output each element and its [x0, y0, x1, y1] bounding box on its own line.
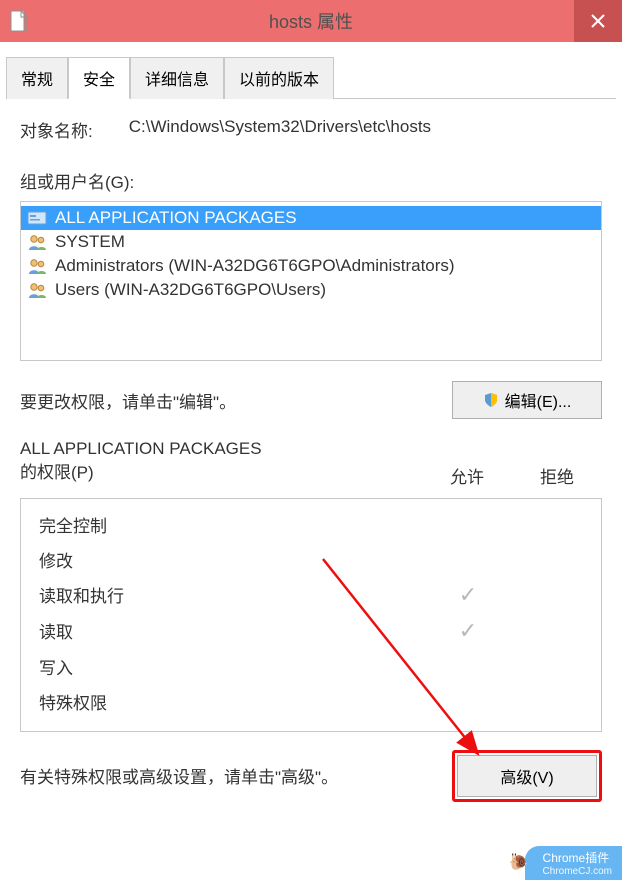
tab-1[interactable]: 安全 — [68, 57, 130, 99]
permission-row: 写入 — [39, 649, 583, 684]
users-icon — [27, 281, 49, 299]
permissions-columns-header: 允许 拒绝 — [20, 463, 602, 488]
permission-allow-check: ✓ — [423, 582, 513, 608]
close-button[interactable] — [574, 0, 622, 42]
watermark: 🐌 Chrome插件 ChromeCJ.com — [525, 846, 622, 880]
permission-name: 修改 — [39, 547, 423, 572]
tab-panel-security: 对象名称: C:\Windows\System32\Drivers\etc\ho… — [6, 99, 616, 820]
list-item-label: ALL APPLICATION PACKAGES — [55, 208, 297, 228]
permission-allow-check: ✓ — [423, 618, 513, 644]
advanced-button[interactable]: 高级(V) — [457, 755, 597, 797]
window-title: hosts 属性 — [269, 8, 353, 34]
file-icon — [10, 10, 28, 32]
users-icon — [27, 233, 49, 251]
permission-row: 修改 — [39, 542, 583, 577]
advanced-hint-text: 有关特殊权限或高级设置，请单击"高级"。 — [20, 763, 442, 788]
titlebar: hosts 属性 — [0, 0, 622, 42]
close-icon — [591, 14, 605, 28]
tab-3[interactable]: 以前的版本 — [224, 57, 334, 99]
permission-name: 读取和执行 — [39, 582, 423, 607]
list-item-label: Users (WIN-A32DG6T6GPO\Users) — [55, 280, 326, 300]
object-path: C:\Windows\System32\Drivers\etc\hosts — [129, 117, 431, 142]
object-name-label: 对象名称: — [20, 117, 93, 142]
permission-row: 读取✓ — [39, 613, 583, 649]
tab-row: 常规安全详细信息以前的版本 — [6, 56, 616, 99]
permission-name: 写入 — [39, 654, 423, 679]
tab-2[interactable]: 详细信息 — [130, 57, 224, 99]
groups-label: 组或用户名(G): — [20, 168, 602, 193]
edit-hint-text: 要更改权限，请单击"编辑"。 — [20, 388, 442, 413]
permission-name: 特殊权限 — [39, 689, 423, 714]
advanced-highlight: 高级(V) — [452, 750, 602, 802]
list-item-label: SYSTEM — [55, 232, 125, 252]
permission-row: 读取和执行✓ — [39, 577, 583, 613]
package-icon — [27, 209, 49, 227]
list-item[interactable]: Users (WIN-A32DG6T6GPO\Users) — [21, 278, 601, 302]
deny-column-label: 拒绝 — [540, 463, 574, 488]
permissions-box: 完全控制修改读取和执行✓读取✓写入特殊权限 — [20, 498, 602, 732]
tab-0[interactable]: 常规 — [6, 57, 68, 99]
list-item[interactable]: SYSTEM — [21, 230, 601, 254]
edit-button-label: 编辑(E)... — [505, 388, 572, 412]
edit-button[interactable]: 编辑(E)... — [452, 381, 602, 419]
object-row: 对象名称: C:\Windows\System32\Drivers\etc\ho… — [20, 117, 602, 142]
users-icon — [27, 257, 49, 275]
permission-name: 读取 — [39, 618, 423, 643]
snail-icon: 🐌 — [509, 852, 529, 872]
allow-column-label: 允许 — [450, 463, 484, 488]
shield-icon — [483, 392, 499, 408]
list-item[interactable]: ALL APPLICATION PACKAGES — [21, 206, 601, 230]
list-item-label: Administrators (WIN-A32DG6T6GPO\Administ… — [55, 256, 455, 276]
advanced-button-label: 高级(V) — [500, 770, 553, 787]
list-item[interactable]: Administrators (WIN-A32DG6T6GPO\Administ… — [21, 254, 601, 278]
permission-row: 特殊权限 — [39, 684, 583, 719]
permission-row: 完全控制 — [39, 507, 583, 542]
principals-listbox[interactable]: ALL APPLICATION PACKAGES SYSTEM Administra… — [20, 201, 602, 361]
permission-name: 完全控制 — [39, 512, 423, 537]
